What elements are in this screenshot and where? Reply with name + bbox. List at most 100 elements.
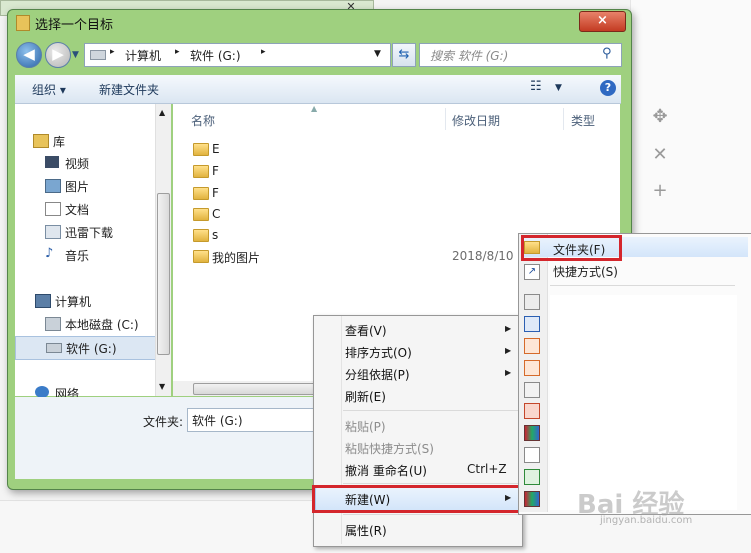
menu-item-undo-rename[interactable]: 撤消 重命名(U) [345, 462, 427, 479]
folder-icon [193, 229, 209, 242]
search-icon[interactable]: ⚲ [602, 46, 612, 61]
menu-separator [343, 410, 519, 411]
view-icon[interactable]: ☷ [530, 79, 542, 94]
help-icon[interactable]: ? [600, 80, 616, 96]
list-item[interactable]: F [193, 184, 603, 204]
file-name: s [212, 228, 219, 242]
breadcrumb-drive[interactable]: 软件 (G:) [190, 47, 241, 64]
history-dropdown-icon[interactable]: ▼ [72, 50, 79, 60]
list-item[interactable]: F [193, 162, 603, 182]
list-item[interactable]: E [193, 140, 603, 160]
library-icon [33, 134, 49, 148]
folder-icon [16, 15, 30, 31]
sidebar-item-label: 图片 [65, 180, 90, 194]
archive-icon [524, 491, 540, 507]
sidebar-item-drive-c[interactable]: 本地磁盘 (C:) [15, 313, 155, 335]
chevron-down-icon[interactable]: ▼ [374, 49, 381, 59]
file-name: 我的图片 [212, 251, 261, 265]
computer-icon [35, 294, 51, 308]
column-header-name[interactable]: 名称 [191, 112, 215, 129]
chevron-right-icon: ▶ [505, 346, 512, 355]
scroll-up-icon[interactable]: ▲ [159, 108, 165, 117]
music-icon: ♪ [45, 246, 54, 261]
sidebar-item-label: 文档 [65, 203, 90, 217]
back-button[interactable]: ◀ [16, 42, 42, 68]
chevron-right-icon: ▶ [505, 368, 512, 377]
sidebar-item-downloads[interactable]: 迅雷下载 [15, 221, 155, 243]
menu-item-view[interactable]: 查看(V) [345, 322, 387, 339]
sidebar-item-documents[interactable]: 文档 [15, 198, 155, 220]
file-name: C [212, 207, 221, 221]
sidebar-item-libraries[interactable]: 库 [15, 130, 155, 152]
search-placeholder: 搜索 软件 (G:) [430, 49, 509, 63]
column-divider[interactable] [563, 108, 564, 130]
menu-item-group[interactable]: 分组依据(P) [345, 366, 410, 383]
document-icon [524, 382, 540, 398]
sort-arrow-icon: ▲ [311, 104, 318, 113]
file-date: 2018/8/10 [452, 249, 514, 263]
breadcrumb-separator: ▸ [175, 47, 180, 57]
menu-item-refresh[interactable]: 刷新(E) [345, 388, 386, 405]
address-bar[interactable]: ▸ 计算机 ▸ 软件 (G:) ▸ ▼ [84, 43, 391, 67]
close-icon[interactable]: ✕ [649, 144, 671, 166]
breadcrumb-computer[interactable]: 计算机 [125, 47, 161, 64]
submenu-blank-area [550, 295, 737, 510]
drive-icon [45, 317, 61, 331]
sidebar-item-drive-g[interactable]: 软件 (G:) [15, 336, 157, 360]
organize-button[interactable]: 组织 ▾ [32, 81, 66, 98]
word-icon [524, 316, 540, 332]
video-icon [45, 156, 59, 168]
drive-icon [46, 343, 62, 353]
menu-item-new[interactable]: 新建(W) [345, 491, 390, 508]
document-icon [45, 202, 61, 216]
dialog-title: 选择一个目标 [35, 18, 114, 33]
submenu-item-shortcut[interactable]: 快捷方式(S) [553, 263, 618, 280]
submenu-item-folder[interactable]: 文件夹(F) [553, 241, 605, 258]
sidebar-item-pictures[interactable]: 图片 [15, 175, 155, 197]
text-file-icon [524, 447, 540, 463]
highlight-box [312, 485, 522, 513]
breadcrumb-separator: ▸ [110, 47, 115, 57]
sidebar-item-label: 软件 (G:) [66, 342, 117, 356]
archive-icon [524, 425, 540, 441]
presentation-icon [524, 338, 540, 354]
forward-button[interactable]: ▶ [45, 42, 71, 68]
command-toolbar: 组织 ▾ 新建文件夹 ☷ ▼ ? [15, 75, 621, 104]
column-divider[interactable] [445, 108, 446, 130]
menu-item-paste-shortcut[interactable]: 粘贴快捷方式(S) [345, 440, 434, 457]
scrollbar-thumb[interactable] [157, 193, 170, 355]
folder-field-value: 软件 (G:) [192, 414, 243, 428]
search-input[interactable]: 搜索 软件 (G:) ⚲ [419, 43, 622, 67]
menu-item-paste[interactable]: 粘贴(P) [345, 418, 386, 435]
sidebar-item-label: 迅雷下载 [65, 226, 114, 240]
navigation-pane: 库 视频 图片 文档 迅雷下载 ♪ 音乐 计算机 本地磁盘 (C:) 软件 (G… [15, 104, 170, 401]
move-icon[interactable]: ✥ [649, 106, 671, 128]
refresh-button[interactable]: ⇆ [392, 43, 416, 67]
sidebar-item-videos[interactable]: 视频 [15, 152, 155, 174]
menu-item-properties[interactable]: 属性(R) [345, 522, 387, 539]
column-header-type[interactable]: 类型 [571, 112, 595, 129]
menu-item-sort[interactable]: 排序方式(O) [345, 344, 412, 361]
column-header-date[interactable]: 修改日期 [452, 112, 500, 129]
folder-icon [193, 250, 209, 263]
watermark-url: jingyan.baidu.com [600, 515, 693, 526]
sidebar-item-computer[interactable]: 计算机 [15, 290, 155, 312]
new-folder-button[interactable]: 新建文件夹 [99, 81, 159, 98]
chevron-right-icon: ▶ [505, 324, 512, 333]
list-item[interactable]: C [193, 205, 603, 225]
close-button[interactable]: × [579, 11, 626, 32]
chevron-right-icon: ▶ [505, 493, 512, 502]
sidebar-item-label: 音乐 [65, 249, 90, 263]
folder-field[interactable]: 软件 (G:) [187, 408, 319, 432]
file-name: E [212, 142, 220, 156]
sidebar-item-music[interactable]: ♪ 音乐 [15, 244, 155, 266]
file-name: F [212, 164, 219, 178]
folder-icon [193, 187, 209, 200]
contact-icon [524, 294, 540, 310]
chevron-down-icon[interactable]: ▼ [555, 83, 562, 93]
menu-separator [343, 483, 519, 484]
folder-label: 文件夹: [143, 415, 184, 429]
scroll-down-icon[interactable]: ▼ [159, 382, 165, 391]
folder-icon [193, 165, 209, 178]
plus-icon[interactable]: + [649, 180, 671, 202]
